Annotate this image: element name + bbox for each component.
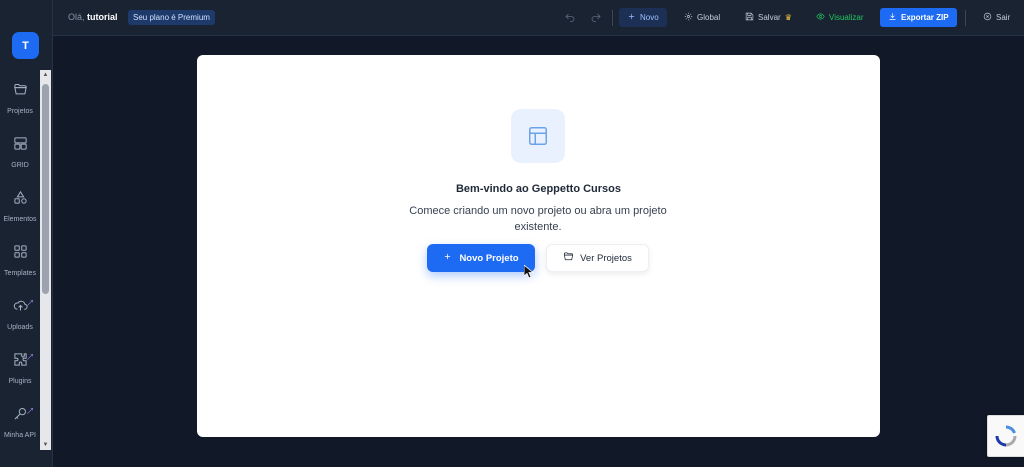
global-button-label: Global	[697, 13, 721, 22]
sidebar-item-grid[interactable]: GRID	[0, 124, 40, 178]
save-button[interactable]: Salvar ♛	[737, 8, 800, 27]
layout-icon	[511, 109, 565, 163]
save-button-label: Salvar	[758, 13, 781, 22]
sidebar-item-label: GRID	[11, 162, 29, 169]
sidebar-item-label: Plugins	[8, 378, 32, 385]
username: tutorial	[87, 12, 118, 22]
sidebar-item-templates[interactable]: Templates	[0, 232, 40, 286]
app-logo[interactable]: T	[12, 32, 39, 59]
sparkle-icon	[26, 348, 34, 360]
grid-layout-icon	[13, 136, 28, 156]
sidebar-item-minha-api[interactable]: Minha API	[0, 394, 40, 448]
undo-icon[interactable]	[564, 11, 576, 23]
export-zip-label: Exportar ZIP	[901, 13, 949, 22]
templates-icon	[13, 244, 28, 264]
scroll-down-arrow-icon[interactable]: ▼	[42, 442, 49, 448]
export-zip-button[interactable]: Exportar ZIP	[880, 8, 957, 27]
sidebar-item-label: Templates	[4, 270, 36, 277]
view-projects-button[interactable]: Ver Projetos	[546, 244, 649, 272]
eye-icon	[816, 12, 825, 23]
welcome-card: Bem-vindo ao Geppetto Cursos Comece cria…	[197, 55, 880, 437]
sidebar-scrollbar[interactable]: ▲ ▼	[40, 70, 51, 450]
toolbar-divider	[612, 10, 613, 26]
top-toolbar: Olá, tutorial Seu plano é Premium Novo G…	[53, 0, 1024, 36]
greeting: Olá, tutorial	[68, 12, 118, 22]
sidebar-item-label: Elementos	[3, 216, 37, 223]
close-circle-icon	[983, 12, 992, 23]
preview-button[interactable]: Visualizar	[808, 8, 872, 27]
crown-icon: ♛	[784, 13, 792, 22]
sidebar-item-projetos[interactable]: Projetos	[0, 70, 40, 124]
recaptcha-icon	[995, 425, 1017, 447]
global-settings-button[interactable]: Global	[676, 8, 728, 27]
gear-icon	[684, 12, 693, 23]
new-project-button[interactable]: Novo Projeto	[427, 244, 535, 272]
welcome-description: Comece criando um novo projeto ou abra u…	[409, 205, 667, 233]
save-icon	[745, 12, 754, 23]
new-button[interactable]: Novo	[619, 8, 667, 27]
view-projects-label: Ver Projetos	[580, 252, 632, 264]
folder-open-icon	[563, 251, 574, 265]
new-project-label: Novo Projeto	[459, 252, 519, 264]
logout-button-label: Sair	[996, 13, 1011, 22]
plus-icon	[443, 252, 452, 264]
toolbar-divider	[965, 10, 966, 26]
recaptcha-badge[interactable]	[987, 415, 1024, 457]
download-icon	[888, 12, 897, 23]
sidebar-item-plugins[interactable]: Plugins	[0, 340, 40, 394]
sidebar-item-label: Uploads	[7, 324, 33, 331]
folder-icon	[13, 82, 28, 102]
welcome-title: Bem-vindo ao Geppetto Cursos	[455, 183, 622, 195]
mouse-cursor-icon	[524, 265, 534, 279]
shapes-icon	[13, 190, 28, 210]
plus-icon	[627, 12, 636, 23]
logout-button[interactable]: Sair	[975, 8, 1018, 27]
scroll-up-arrow-icon[interactable]: ▲	[42, 72, 49, 78]
sparkle-icon	[26, 402, 34, 414]
scrollbar-thumb[interactable]	[42, 84, 49, 294]
sidebar-item-uploads[interactable]: Uploads	[0, 286, 40, 340]
sidebar-item-elementos[interactable]: Elementos	[0, 178, 40, 232]
new-button-label: Novo	[640, 13, 659, 22]
greeting-prefix: Olá,	[68, 12, 85, 22]
redo-icon[interactable]	[590, 11, 602, 23]
preview-button-label: Visualizar	[829, 13, 864, 22]
sidebar-item-label: Minha API	[4, 432, 36, 439]
plan-badge: Seu plano é Premium	[128, 10, 215, 25]
sparkle-icon	[26, 294, 34, 306]
sidebar-nav: Projetos GRID Elementos Templates Upload…	[0, 70, 40, 448]
sidebar: T Projetos GRID Elementos Templates Uplo…	[0, 0, 53, 467]
sidebar-item-label: Projetos	[7, 108, 33, 115]
